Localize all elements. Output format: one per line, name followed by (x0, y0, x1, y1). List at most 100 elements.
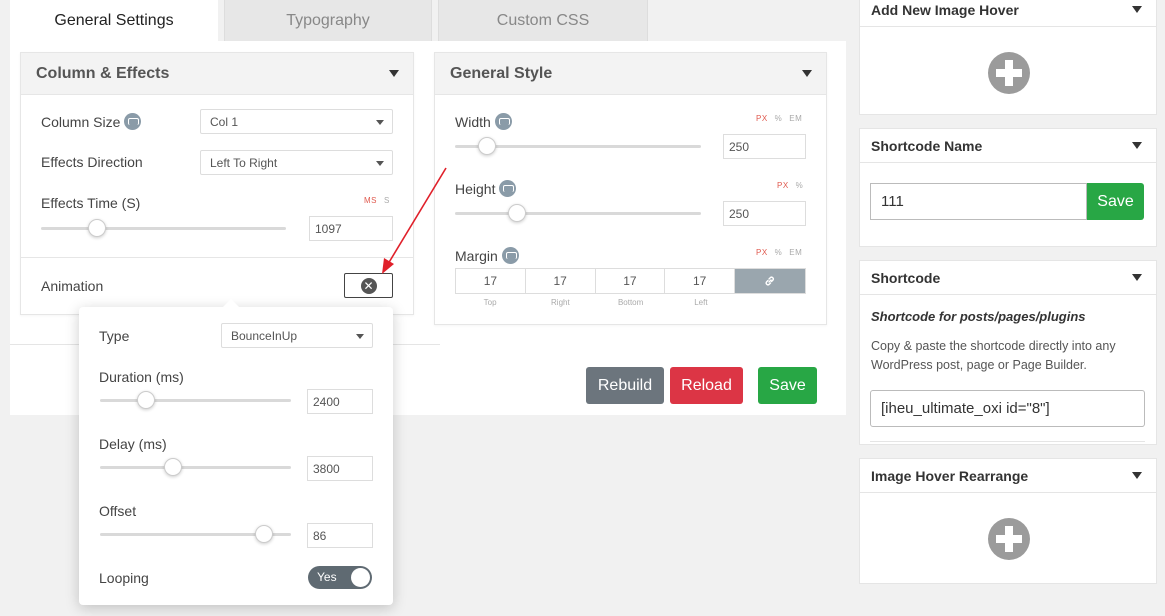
image-hover-rearrange-panel: Image Hover Rearrange (859, 458, 1157, 584)
unit-em[interactable]: EM (789, 114, 802, 123)
panel-title: Column & Effects (36, 64, 170, 82)
caret-down-icon[interactable] (389, 70, 399, 77)
tab-typography[interactable]: Typography (224, 0, 432, 42)
height-input[interactable]: 250 (723, 201, 806, 226)
column-size-label: Column Size (41, 113, 142, 130)
offset-slider[interactable] (100, 525, 291, 543)
type-label: Type (99, 328, 130, 344)
info-icon[interactable] (499, 180, 517, 197)
shortcode-subtitle: Shortcode for posts/pages/plugins (871, 309, 1086, 324)
shortcode-name-input[interactable]: 111 (870, 183, 1087, 220)
looping-toggle[interactable]: Yes (308, 566, 372, 589)
height-slider[interactable] (455, 204, 701, 222)
shortcode-panel: Shortcode Shortcode for posts/pages/plug… (859, 260, 1157, 445)
width-input[interactable]: 250 (723, 134, 806, 159)
slider-handle[interactable] (477, 137, 496, 155)
chevron-down-icon (356, 334, 364, 339)
add-new-image-hover-panel: Add New Image Hover (859, 0, 1157, 115)
rebuild-button[interactable]: Rebuild (586, 367, 664, 404)
animation-popup: Type BounceInUp Duration (ms) 2400 Delay… (79, 299, 393, 605)
height-units: PX% (770, 181, 803, 190)
unit-px[interactable]: PX (756, 248, 768, 257)
info-icon[interactable] (501, 247, 519, 264)
reload-button[interactable]: Reload (670, 367, 743, 404)
effects-time-label: Effects Time (S) (41, 195, 141, 211)
duration-label: Duration (ms) (99, 369, 184, 385)
margin-right-input[interactable]: 17 (526, 269, 596, 293)
delay-slider[interactable] (100, 458, 291, 476)
margin-caption: Top (483, 298, 497, 307)
animation-type-select[interactable]: BounceInUp (221, 323, 373, 348)
looping-label: Looping (99, 570, 149, 586)
general-style-header[interactable]: General Style (435, 53, 826, 95)
save-button[interactable]: Save (758, 367, 817, 404)
margin-left-input[interactable]: 17 (665, 269, 735, 293)
panel-title: General Style (450, 64, 553, 82)
effects-time-slider[interactable] (41, 219, 286, 237)
info-icon[interactable] (124, 113, 142, 130)
margin-units: PX% EM (749, 248, 802, 257)
shortcode-header[interactable]: Shortcode (860, 261, 1156, 295)
divider (21, 257, 413, 258)
shortcode-name-save-button[interactable]: Save (1087, 183, 1144, 220)
add-new-header[interactable]: Add New Image Hover (860, 0, 1156, 27)
slider-handle[interactable] (136, 391, 155, 409)
margin-caption: Right (551, 298, 570, 307)
margin-captions: Top Right Bottom Left (455, 298, 736, 307)
margin-top-input[interactable]: 17 (456, 269, 526, 293)
rearrange-plus-icon[interactable] (988, 518, 1030, 560)
margin-caption: Left (694, 298, 708, 307)
column-size-select[interactable]: Col 1 (200, 109, 393, 134)
delay-label: Delay (ms) (99, 436, 167, 452)
slider-handle[interactable] (255, 525, 274, 543)
height-label: Height (455, 180, 517, 197)
rearrange-header[interactable]: Image Hover Rearrange (860, 459, 1156, 493)
delay-input[interactable]: 3800 (307, 456, 373, 481)
unit-percent[interactable]: % (775, 114, 783, 123)
divider (870, 441, 1145, 442)
margin-bottom-input[interactable]: 17 (596, 269, 666, 293)
info-icon[interactable] (494, 113, 512, 130)
duration-slider[interactable] (100, 391, 291, 409)
caret-down-icon[interactable] (1132, 472, 1142, 479)
unit-px[interactable]: PX (756, 114, 768, 123)
toggle-knob (351, 568, 370, 587)
shortcode-name-header[interactable]: Shortcode Name (860, 129, 1156, 163)
column-effects-header[interactable]: Column & Effects (21, 53, 413, 95)
unit-em[interactable]: EM (789, 248, 802, 257)
margin-inputs: 17 17 17 17 (455, 268, 806, 294)
caret-down-icon[interactable] (1132, 6, 1142, 13)
width-label: Width (455, 113, 512, 130)
caret-down-icon[interactable] (802, 70, 812, 77)
chevron-down-icon (376, 120, 384, 125)
panel-title: Image Hover Rearrange (871, 467, 1029, 484)
margin-caption: Bottom (617, 298, 644, 307)
panel-title: Add New Image Hover (871, 1, 1019, 18)
slider-handle[interactable] (163, 458, 182, 476)
caret-down-icon[interactable] (1132, 142, 1142, 149)
width-units: PX% EM (749, 114, 802, 123)
offset-input[interactable]: 86 (307, 523, 373, 548)
unit-percent[interactable]: % (775, 248, 783, 257)
add-plus-icon[interactable] (988, 52, 1030, 94)
toggle-label: Yes (317, 570, 337, 584)
panel-title: Shortcode Name (871, 137, 983, 154)
tab-general-settings[interactable]: General Settings (10, 0, 218, 42)
animation-label: Animation (41, 278, 104, 294)
settings-tabs: General Settings Typography Custom CSS (10, 0, 654, 42)
shortcode-text-field[interactable]: [iheu_ultimate_oxi id="8"] (870, 390, 1145, 427)
shortcode-description: Copy & paste the shortcode directly into… (871, 339, 1116, 372)
link-icon[interactable] (735, 269, 805, 293)
unit-px[interactable]: PX (777, 181, 789, 190)
caret-down-icon[interactable] (1132, 274, 1142, 281)
unit-percent[interactable]: % (796, 181, 804, 190)
slider-handle[interactable] (507, 204, 526, 222)
effects-direction-label: Effects Direction (41, 154, 143, 170)
shortcode-name-panel: Shortcode Name 111 Save (859, 128, 1157, 247)
width-slider[interactable] (455, 137, 701, 155)
tab-custom-css[interactable]: Custom CSS (438, 0, 648, 42)
offset-label: Offset (99, 503, 137, 519)
annotation-arrow (382, 167, 447, 274)
effects-direction-select[interactable]: Left To Right (200, 150, 393, 175)
duration-input[interactable]: 2400 (307, 389, 373, 414)
